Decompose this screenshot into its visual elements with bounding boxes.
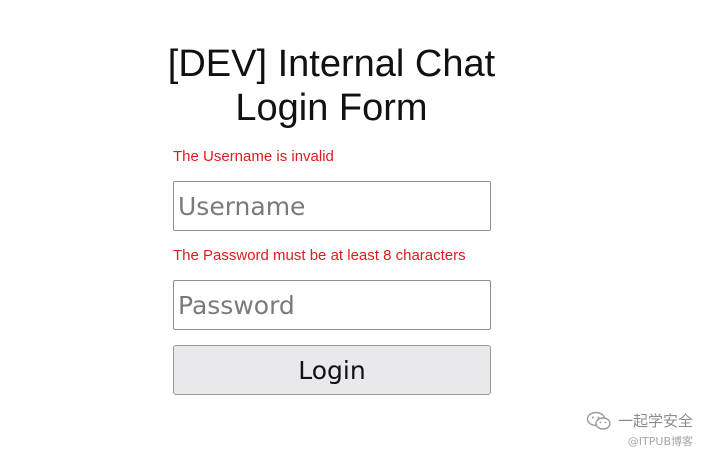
page-title: [DEV] Internal Chat Login Form (0, 42, 663, 130)
username-input[interactable] (173, 181, 491, 231)
password-error-message: The Password must be at least 8 characte… (173, 247, 466, 264)
watermark-source: @ITPUB博客 (627, 435, 693, 448)
wechat-icon (586, 411, 612, 431)
page-title-line2: Login Form (235, 87, 428, 129)
page-title-line1: [DEV] Internal Chat (167, 43, 496, 85)
password-input[interactable] (173, 280, 491, 330)
watermark-top: 一起学安全 (586, 410, 693, 431)
watermark-text: 一起学安全 (617, 412, 693, 430)
username-error-message: The Username is invalid (173, 148, 334, 165)
watermark: 一起学安全 @ITPUB博客 (586, 410, 693, 449)
login-button[interactable]: Login (173, 345, 491, 395)
